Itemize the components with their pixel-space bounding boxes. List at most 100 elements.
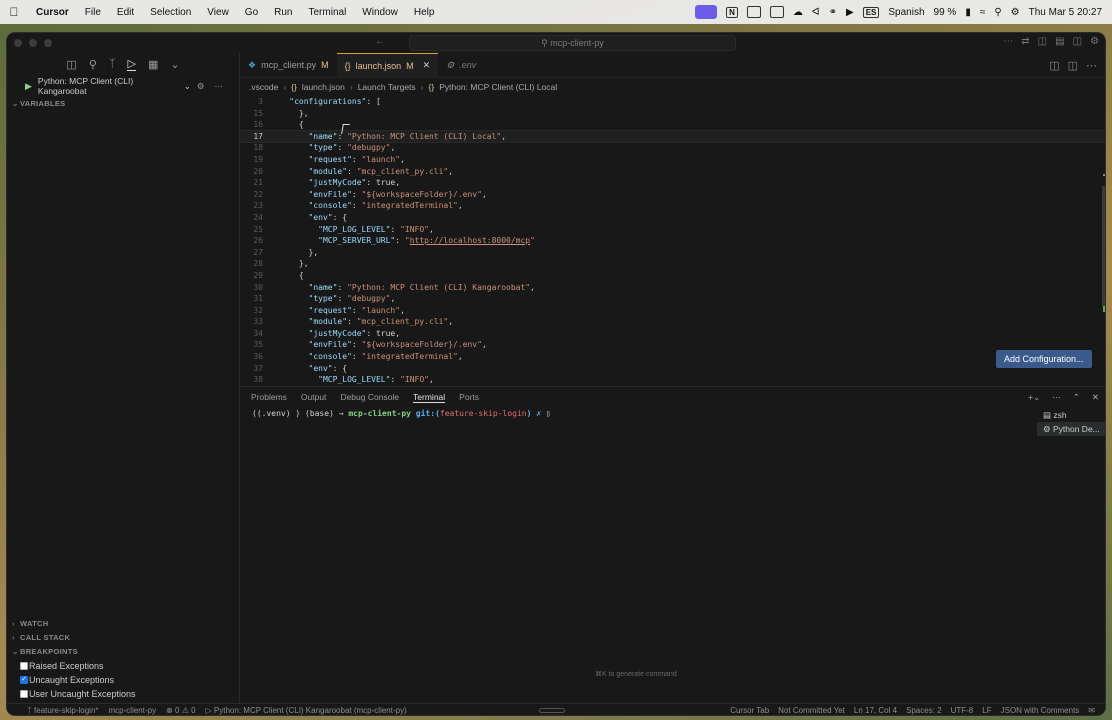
code-line-current: 17 "name": "Python: MCP Client (CLI) Loc… (240, 129, 1105, 144)
apple-menu-icon[interactable]:  (0, 5, 28, 19)
input-source-badge[interactable]: ES (862, 6, 880, 18)
project-name[interactable]: mcp-client-py (109, 706, 157, 715)
more-icon[interactable]: ⋯ (1086, 59, 1097, 72)
maximize-panel-icon[interactable]: ⌃ (1073, 392, 1080, 403)
menu-cursor[interactable]: Cursor (28, 7, 77, 18)
menu-view[interactable]: View (199, 7, 237, 18)
toggle-secondary-sidebar-icon[interactable]: ◫ (1073, 36, 1082, 47)
bluetooth-icon[interactable]: ᐊ (812, 7, 820, 18)
problems-count[interactable]: ⊗ 0 ⚠ 0 (166, 706, 195, 715)
battery-icon[interactable]: ▮ (965, 7, 971, 18)
chevron-down-icon[interactable]: ⌄ (184, 81, 191, 92)
menu-edit[interactable]: Edit (109, 7, 142, 18)
settings-icon[interactable]: ⚙ (1090, 36, 1099, 47)
raised-exceptions-checkbox[interactable] (20, 662, 28, 670)
menubar-clock[interactable]: Thu Mar 5 20:27 (1029, 7, 1102, 18)
menu-go[interactable]: Go (237, 7, 266, 18)
menu-help[interactable]: Help (406, 7, 443, 18)
breakpoints-section[interactable]: ⌄BREAKPOINTS (7, 645, 240, 659)
breakpoint-uncaught[interactable]: ✓ Uncaught Exceptions (7, 673, 240, 687)
variables-section[interactable]: ⌄VARIABLES (7, 97, 239, 111)
add-configuration-button[interactable]: Add Configuration... (996, 350, 1092, 368)
close-window-button[interactable] (14, 39, 22, 47)
wifi-icon[interactable]: ≈ (980, 7, 986, 18)
breadcrumb-file[interactable]: launch.json (302, 82, 345, 92)
more-icon[interactable]: ⋯ (215, 81, 224, 92)
breadcrumb-node[interactable]: Python: MCP Client (CLI) Local (439, 82, 557, 92)
new-terminal-icon[interactable]: +⌄ (1028, 392, 1040, 403)
source-control-icon[interactable]: ᛉ (109, 58, 116, 70)
modified-badge: M (321, 60, 329, 70)
close-tab-icon[interactable]: ✕ (423, 60, 431, 71)
back-arrow-icon[interactable]: ← (375, 36, 385, 47)
code-editor[interactable]: 3 "configurations": [ 15 }, 16 { 17 "nam… (240, 96, 1105, 386)
breadcrumb-folder[interactable]: .vscode (249, 82, 278, 92)
more-icon[interactable]: ⋯ (1003, 36, 1013, 47)
run-config-select[interactable]: Python: MCP Client (CLI) Kangaroobat (38, 76, 178, 96)
open-changes-icon[interactable]: ◫ (1049, 59, 1059, 72)
play-icon[interactable]: ▶ (846, 7, 854, 18)
breakpoint-user-uncaught[interactable]: User Uncaught Exceptions (7, 687, 240, 701)
explorer-icon[interactable]: ◫ (66, 58, 76, 71)
cursor-position[interactable]: Ln 17, Col 4 (854, 706, 897, 715)
run-config-actions: ⚙ ⋯ (197, 81, 239, 92)
control-center-icon[interactable]: ⚙ (1011, 7, 1020, 18)
blame-commit[interactable]: Not Committed Yet (778, 706, 845, 715)
headphones-icon[interactable]: ⚭ (829, 7, 837, 18)
start-debugging-icon[interactable]: ▶ (25, 81, 32, 92)
terminal-prompt[interactable]: ((.venv) ) (base) → mcp-client-py git:(f… (240, 409, 1105, 418)
cloud-icon[interactable]: ☁ (793, 7, 803, 18)
user-uncaught-exceptions-checkbox[interactable] (20, 690, 28, 698)
close-panel-icon[interactable]: ✕ (1092, 392, 1099, 403)
tab-ports[interactable]: Ports (459, 392, 479, 402)
battery-percent[interactable]: 99 % (934, 7, 957, 18)
language-mode[interactable]: JSON with Comments (1001, 706, 1080, 715)
tab-problems[interactable]: Problems (251, 392, 287, 402)
toggle-panel-icon[interactable]: ▤ (1055, 36, 1064, 47)
extensions-icon[interactable]: ▦ (148, 58, 158, 71)
menu-run[interactable]: Run (266, 7, 300, 18)
breadcrumb-node[interactable]: Launch Targets (358, 82, 416, 92)
notion-icon[interactable]: N (726, 6, 738, 18)
command-center-search[interactable]: ⚲ mcp-client-py (409, 35, 736, 51)
screen-share-icon[interactable] (695, 5, 718, 19)
uncaught-exceptions-checkbox[interactable]: ✓ (20, 676, 28, 684)
debug-target[interactable]: ▷ Python: MCP Client (CLI) Kangaroobat (… (206, 706, 407, 715)
notifications-icon[interactable]: ✉ (1088, 706, 1095, 715)
callstack-section[interactable]: › CALL STACK (7, 631, 240, 645)
chevron-down-icon[interactable]: ⌄ (170, 58, 179, 71)
tab-debug-console[interactable]: Debug Console (340, 392, 399, 402)
search-icon[interactable]: ⚲ (89, 58, 97, 71)
split-editor-icon[interactable]: ◫ (1068, 59, 1078, 72)
editor-scrollbar[interactable] (1102, 186, 1105, 306)
gear-icon[interactable]: ⚙ (197, 81, 205, 92)
indentation[interactable]: Spaces: 2 (906, 706, 942, 715)
tab-launch-json[interactable]: {} launch.json M ✕ (336, 52, 439, 78)
cursor-tab[interactable]: Cursor Tab (730, 706, 769, 715)
tab-mcp-client-py[interactable]: ❖ mcp_client.py M (240, 53, 337, 78)
end-of-line[interactable]: LF (982, 706, 991, 715)
menu-selection[interactable]: Selection (142, 7, 199, 18)
input-source-label[interactable]: Spanish (888, 7, 924, 18)
watch-section[interactable]: › WATCH (7, 617, 240, 631)
encoding[interactable]: UTF-8 (951, 706, 974, 715)
menu-terminal[interactable]: Terminal (301, 7, 355, 18)
spotlight-icon[interactable]: ⚲ (994, 7, 1001, 18)
git-branch[interactable]: ᛉ feature-skip-login* (27, 706, 99, 715)
message-icon[interactable] (746, 6, 761, 18)
tab-output[interactable]: Output (301, 392, 327, 402)
menu-file[interactable]: File (77, 7, 109, 18)
more-icon[interactable]: ⋯ (1052, 392, 1061, 403)
tab-terminal[interactable]: Terminal (413, 392, 446, 403)
run-debug-icon[interactable]: ▷ (127, 57, 136, 71)
breakpoint-raised[interactable]: Raised Exceptions (7, 659, 240, 673)
terminal-item[interactable]: ⚙ Python De... (1037, 422, 1105, 436)
toggle-sidebar-icon[interactable]: ◫ (1038, 36, 1047, 47)
minimize-window-button[interactable] (29, 39, 37, 47)
window-icon[interactable] (769, 6, 784, 18)
terminal-item[interactable]: ▤ zsh (1037, 408, 1105, 422)
arrows-icon[interactable]: ⇄ (1021, 36, 1029, 47)
tab-env[interactable]: ⚙ .env (438, 53, 484, 78)
menu-window[interactable]: Window (354, 7, 406, 18)
zoom-window-button[interactable] (44, 39, 52, 47)
